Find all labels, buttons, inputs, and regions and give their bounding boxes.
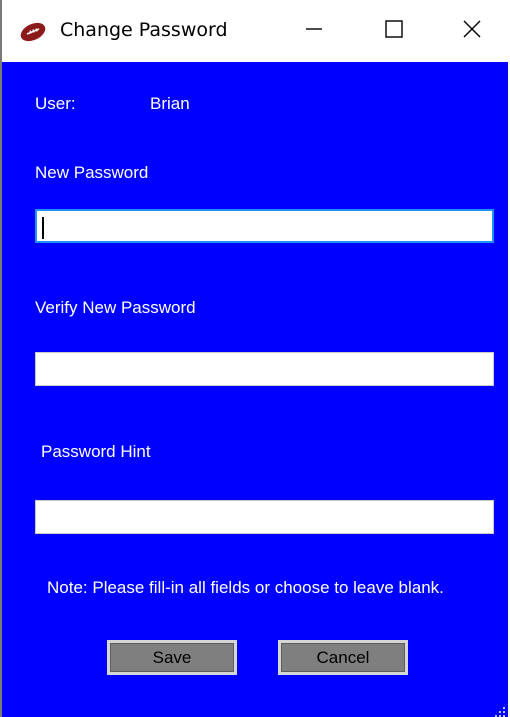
save-button[interactable]: Save (107, 640, 237, 675)
new-password-label: New Password (35, 163, 149, 182)
verify-password-label: Verify New Password (35, 298, 196, 317)
maximize-icon (384, 19, 404, 43)
form-panel: User: Brian New Password Verify New Pass… (2, 62, 508, 717)
football-icon (18, 21, 48, 43)
close-icon (462, 19, 482, 43)
password-hint-input[interactable] (35, 500, 494, 534)
note-text: Note: Please fill-in all fields or choos… (47, 578, 444, 597)
cancel-button[interactable]: Cancel (278, 640, 408, 675)
new-password-input[interactable] (35, 209, 494, 243)
close-button[interactable] (432, 0, 510, 62)
title-bar[interactable]: Change Password (2, 0, 510, 62)
user-label: User: (35, 94, 76, 113)
window-title: Change Password (60, 19, 228, 41)
text-caret (42, 217, 44, 239)
verify-password-input[interactable] (35, 352, 494, 386)
change-password-window: Change Password User: Brian New Password… (0, 0, 510, 717)
user-value: Brian (150, 94, 190, 113)
maximize-button[interactable] (354, 0, 434, 62)
resize-grip-icon[interactable] (494, 703, 506, 717)
minimize-button[interactable] (274, 0, 354, 62)
minimize-icon (304, 19, 324, 43)
password-hint-label: Password Hint (41, 442, 151, 461)
